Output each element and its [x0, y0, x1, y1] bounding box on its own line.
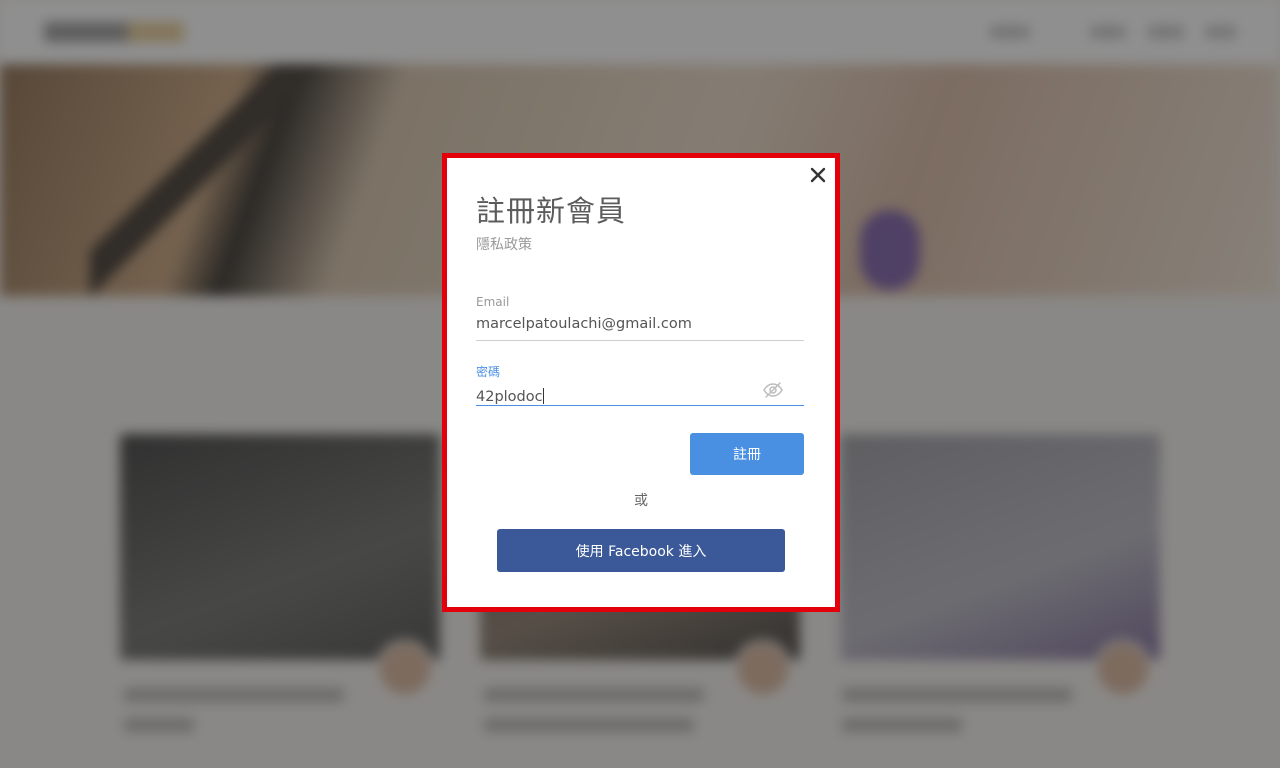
page: 註冊新會員 隱私政策 Email 密碼 42plodoc	[0, 0, 1280, 768]
password-label: 密碼	[476, 365, 501, 379]
facebook-login-button[interactable]: 使用 Facebook 進入	[497, 529, 785, 572]
email-field[interactable]	[476, 316, 804, 341]
eye-slash-icon	[763, 382, 783, 398]
password-visibility-toggle[interactable]	[762, 381, 784, 399]
register-button[interactable]: 註冊	[690, 433, 804, 475]
password-field-group: 密碼 42plodoc	[476, 363, 804, 406]
email-label: Email	[476, 295, 510, 309]
close-icon	[810, 167, 826, 183]
or-divider-text: 或	[634, 493, 648, 509]
register-modal: 註冊新會員 隱私政策 Email 密碼 42plodoc	[442, 153, 840, 612]
modal-title: 註冊新會員	[476, 194, 627, 228]
privacy-policy-link[interactable]: 隱私政策	[476, 234, 532, 254]
close-button[interactable]	[807, 164, 829, 186]
text-caret	[542, 388, 544, 404]
register-modal-body: 註冊新會員 隱私政策 Email 密碼 42plodoc	[447, 158, 835, 607]
password-field[interactable]: 42plodoc	[476, 384, 804, 406]
password-value: 42plodoc	[476, 389, 543, 405]
email-field-group: Email	[476, 295, 804, 341]
